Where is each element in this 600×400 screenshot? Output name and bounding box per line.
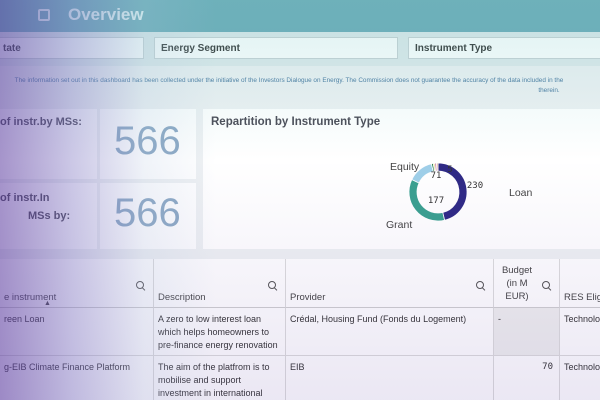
data-label: 177 [428,196,444,206]
cell-description: A zero to low interest loan which helps … [154,308,286,355]
cell-instrument: reen Loan [0,308,154,355]
category-label-equity: Equity [390,161,420,173]
donut-slice-other-6[interactable] [436,162,439,172]
donut-chart[interactable]: 230 177 71 5 Loan Grant Equity [203,109,600,249]
filter-bar: tate Energy Segment Instrument Type [0,32,600,66]
column-header-description[interactable]: Description [154,259,286,308]
kpi-label-line: of instr.In [0,192,50,204]
disclaimer-line-1: The information set out in this dashboar… [14,77,564,84]
page-title: Overview [68,5,144,24]
cell-res: Technolo [560,308,600,355]
kpi-label-line: MSs by: [28,210,71,222]
filter-state[interactable]: tate [0,37,144,59]
data-label: 71 [431,171,442,181]
data-label: 230 [467,181,483,191]
search-icon[interactable] [476,281,485,290]
sort-arrow-icon: ▲ [44,300,51,307]
filter-instrument-type[interactable]: Instrument Type [408,37,600,59]
disclaimer-text: The information set out in this dashboar… [0,76,600,96]
kpi-label: of instr.by MSs: [0,113,82,131]
kpi-label-line: of instr.by MSs: [0,116,82,128]
data-label: 5 [447,165,452,175]
search-icon[interactable] [268,281,277,290]
filter-energy-segment[interactable]: Energy Segment [154,37,398,59]
column-header-instrument[interactable]: e instrument ▲ [0,259,154,308]
instruments-table: e instrument ▲ Description Provider Budg… [0,259,600,400]
kpi-value: 566 [114,119,181,163]
kpi-label: of instr.In MSs by: [0,189,70,225]
column-header-provider[interactable]: Provider [286,259,494,308]
top-bar: Overview [0,0,600,32]
app-icon[interactable] [38,9,50,21]
cell-provider: Crédal, Housing Fund (Fonds du Logement) [286,308,494,355]
disclaimer-line-2: therein. [538,87,560,94]
category-label-grant: Grant [386,219,412,231]
chart-card: Repartition by Instrument Type 230 177 71 5… [203,109,600,249]
table-row[interactable]: reen Loan A zero to low interest loan wh… [0,308,600,356]
kpi-value-card-1: 566 [100,109,196,179]
cell-provider: EIB [286,356,494,400]
cell-budget: 70 [494,356,560,400]
kpi-card-instr-in-ms: of instr.In MSs by: [0,183,97,249]
kpi-value: 566 [114,191,181,235]
column-header-label: Budget (in M EUR) [501,265,533,302]
search-icon[interactable] [542,281,551,290]
column-header-label: Provider [290,292,326,303]
kpi-card-instr-ms: of instr.by MSs: [0,109,97,179]
column-header-label: RES Eligi [564,292,600,303]
category-label-loan: Loan [509,187,533,199]
search-icon[interactable] [136,281,145,290]
cell-budget: - [494,308,560,355]
column-header-budget[interactable]: Budget (in M EUR) [494,259,560,308]
kpi-value-card-2: 566 [100,183,196,249]
cell-instrument: g-EIB Climate Finance Platform [0,356,154,400]
column-header-label: Description [158,292,206,303]
table-row[interactable]: g-EIB Climate Finance Platform The aim o… [0,356,600,400]
column-header-res-eligibility[interactable]: RES Eligi [560,259,600,308]
cell-res: Technolo [560,356,600,400]
cell-description: The aim of the platfrom is to mobilise a… [154,356,286,400]
